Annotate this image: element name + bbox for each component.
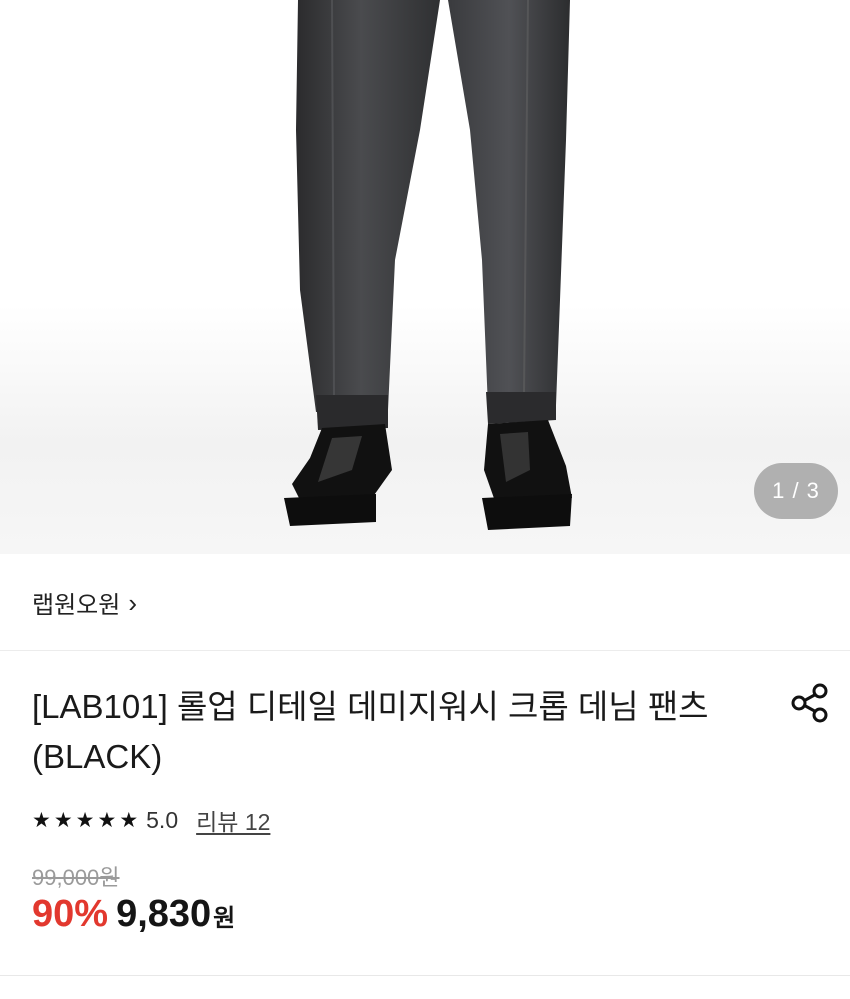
- star-rating: ★ ★ ★ ★ ★: [32, 810, 138, 831]
- product-title-line1: [LAB101] 롤업 디테일 데미지워시 크롭 데님 팬츠: [32, 688, 709, 725]
- product-title-line2: (BLACK): [32, 738, 163, 775]
- review-count-link[interactable]: 리뷰 12: [196, 803, 270, 837]
- brand-link[interactable]: 랩원오원 ›: [0, 555, 850, 651]
- price-row: 90% 9,830 원: [32, 893, 235, 936]
- rating-row: ★ ★ ★ ★ ★ 5.0 리뷰 12: [32, 802, 270, 838]
- product-photo: [284, 0, 572, 530]
- product-image-gallery[interactable]: 1 / 3: [0, 0, 850, 554]
- star-icon: ★: [53, 808, 73, 832]
- brand-name: 랩원오원: [32, 592, 121, 619]
- chevron-right-icon: ›: [128, 587, 137, 618]
- image-counter-badge: 1 / 3: [754, 463, 838, 519]
- share-icon: [791, 683, 828, 723]
- star-icon: ★: [75, 808, 95, 832]
- product-title: [LAB101] 롤업 디테일 데미지워시 크롭 데님 팬츠 (BLACK): [32, 682, 762, 782]
- star-icon: ★: [32, 808, 51, 832]
- rating-score: 5.0: [146, 806, 179, 833]
- original-price: 99,000원: [32, 865, 120, 890]
- discount-rate: 90%: [32, 893, 109, 935]
- currency-unit: 원: [213, 905, 236, 932]
- section-divider: [0, 975, 850, 976]
- star-icon: ★: [97, 808, 117, 832]
- sale-price: 9,830: [116, 893, 212, 935]
- star-icon: ★: [119, 808, 139, 832]
- share-button[interactable]: [788, 680, 834, 726]
